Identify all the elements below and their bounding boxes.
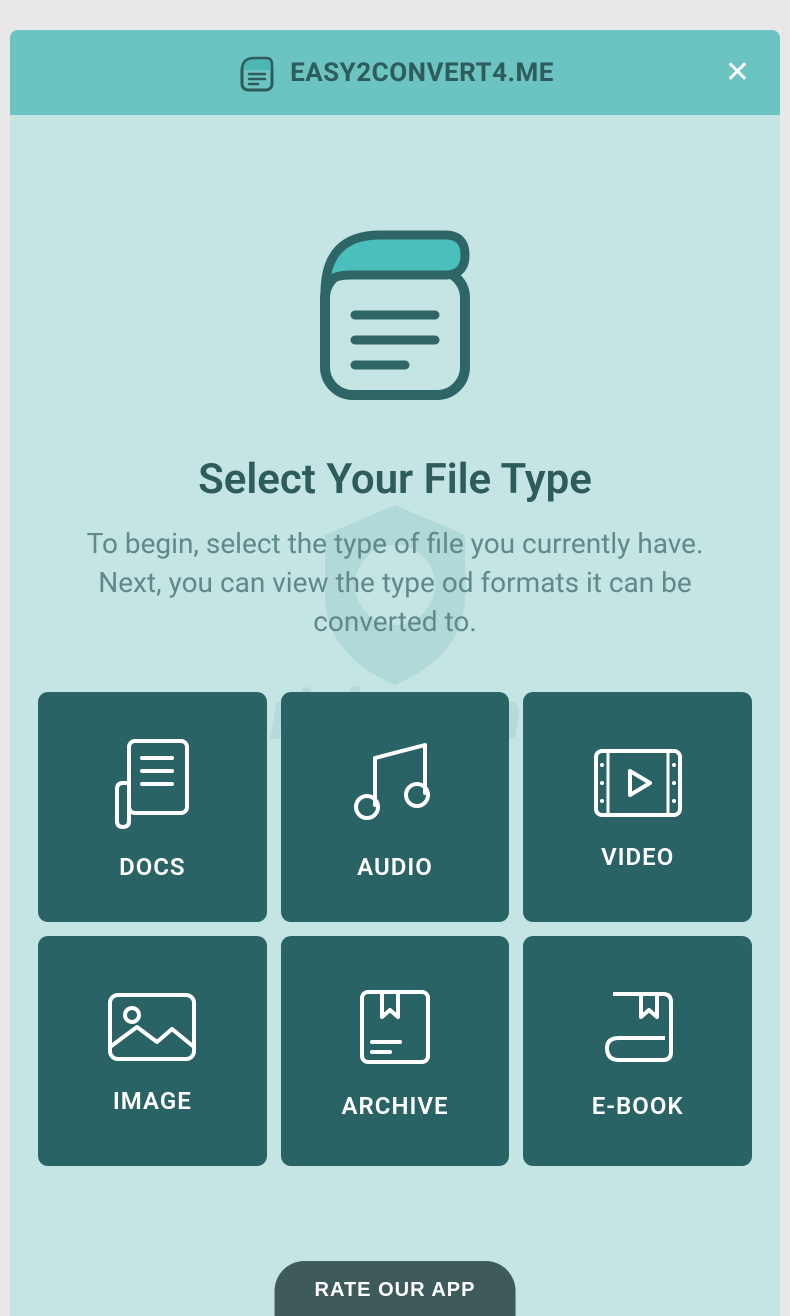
tile-label: DOCS — [119, 853, 186, 881]
header-logo: EASY2CONVERT4.ME — [236, 52, 554, 94]
tile-archive[interactable]: ARCHIVE — [281, 936, 510, 1166]
modal-content: risk.com Select Your File Type To begin,… — [10, 115, 780, 1316]
tile-audio[interactable]: AUDIO — [281, 692, 510, 922]
tile-ebook[interactable]: E-BOOK — [523, 936, 752, 1166]
audio-icon — [345, 733, 445, 833]
tile-label: IMAGE — [113, 1087, 192, 1115]
page-title: Select Your File Type — [198, 455, 592, 504]
modal-header: EASY2CONVERT4.ME ✕ — [10, 30, 780, 115]
tile-video[interactable]: VIDEO — [523, 692, 752, 922]
close-button[interactable]: ✕ — [725, 58, 750, 88]
header-title: EASY2CONVERT4.ME — [290, 58, 554, 88]
file-type-grid: DOCS AUDIO — [38, 692, 752, 1166]
tile-label: AUDIO — [357, 853, 433, 881]
tile-label: VIDEO — [601, 843, 674, 871]
video-icon — [588, 743, 688, 823]
tile-image[interactable]: IMAGE — [38, 936, 267, 1166]
page-subtitle: To begin, select the type of file you cu… — [55, 524, 735, 642]
close-icon: ✕ — [725, 56, 750, 89]
tile-label: E-BOOK — [592, 1092, 684, 1120]
archive-icon — [350, 982, 440, 1072]
image-icon — [102, 987, 202, 1067]
tile-label: ARCHIVE — [342, 1092, 449, 1120]
docs-icon — [107, 733, 197, 833]
document-large-icon — [310, 215, 480, 405]
rate-app-button[interactable]: RATE OUR APP — [275, 1261, 516, 1316]
tile-docs[interactable]: DOCS — [38, 692, 267, 922]
document-icon — [236, 52, 278, 94]
modal-window: EASY2CONVERT4.ME ✕ risk.com Select Your … — [10, 30, 780, 1316]
ebook-icon — [593, 982, 683, 1072]
